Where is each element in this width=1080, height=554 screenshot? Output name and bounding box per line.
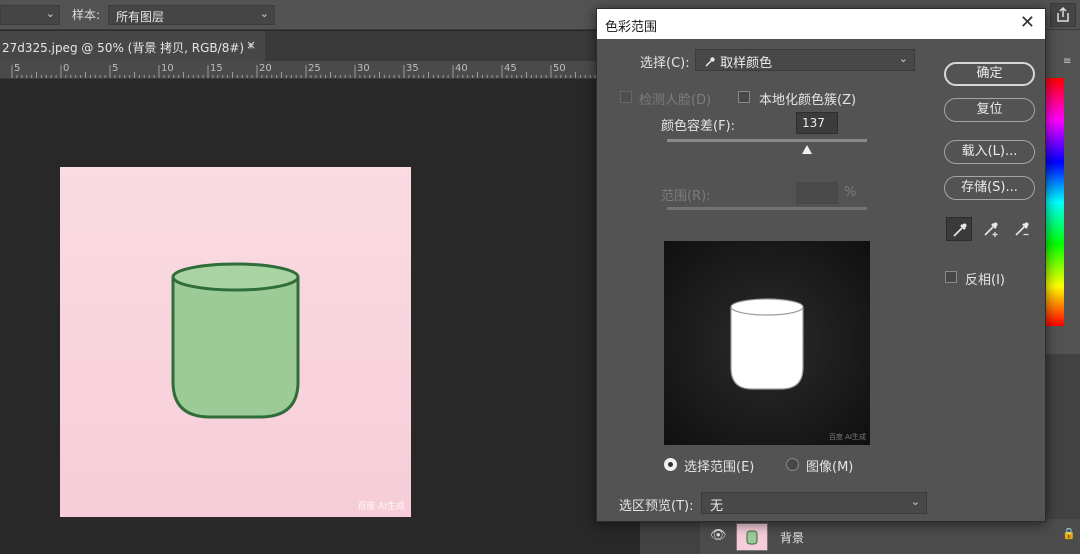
tool-preset-dropdown[interactable]: ⌄	[0, 5, 60, 25]
horizontal-ruler: 5 0 5 10 15 20 25 30 35 40 45 50	[0, 61, 640, 79]
layer-row[interactable]: 👁 背景 🔒	[700, 519, 1080, 554]
ruler-label: 20	[259, 63, 272, 74]
ruler-label: 35	[406, 63, 419, 74]
color-range-dialog: 色彩范围 ✕ 选择(C): 取样颜色 ⌄ 检测人脸(D) 本地化颜色簇(Z) 颜…	[596, 8, 1046, 522]
sample-label: 样本:	[72, 8, 101, 22]
eyedropper-minus-icon	[1015, 222, 1029, 236]
preview-watermark: 百度 AI生成	[828, 433, 866, 441]
cup-illustration	[171, 262, 300, 419]
eyedropper-icon	[705, 57, 715, 67]
invert-checkbox[interactable]	[945, 271, 957, 283]
dialog-body: 选择(C): 取样颜色 ⌄ 检测人脸(D) 本地化颜色簇(Z) 颜色容差(F):…	[597, 39, 1045, 521]
menu-icon[interactable]: ≡	[1063, 56, 1077, 67]
selection-preview-dropdown[interactable]: 无 ⌄	[701, 492, 927, 514]
fuzziness-slider[interactable]	[667, 139, 867, 142]
lock-icon: 🔒	[1062, 527, 1076, 540]
load-button[interactable]: 载入(L)...	[944, 140, 1035, 164]
selection-radio-label: 选择范围(E)	[684, 460, 755, 475]
selection-radio[interactable]	[664, 458, 677, 471]
eyedropper-plus-icon	[984, 222, 998, 237]
image-radio[interactable]	[786, 458, 799, 471]
invert-label: 反相(I)	[965, 273, 1005, 288]
ruler-label: 25	[308, 63, 321, 74]
ruler-label: 45	[504, 63, 517, 74]
layer-thumbnail	[736, 523, 768, 551]
chevron-down-icon: ⌄	[45, 7, 55, 20]
ruler-label: 30	[357, 63, 370, 74]
visibility-eye-icon[interactable]: 👁	[710, 528, 727, 543]
share-icon	[1057, 6, 1069, 22]
localized-clusters-checkbox[interactable]	[738, 91, 750, 103]
select-dropdown[interactable]: 取样颜色 ⌄	[695, 49, 915, 71]
select-label: 选择(C):	[640, 56, 690, 71]
close-tab-icon[interactable]: ×	[246, 38, 256, 52]
layer-name: 背景	[780, 531, 805, 545]
sample-dropdown[interactable]: 所有图层 ⌄	[108, 5, 275, 25]
dialog-title-bar[interactable]: 色彩范围 ✕	[597, 9, 1045, 39]
detect-faces-checkbox[interactable]	[620, 91, 632, 103]
share-button[interactable]	[1050, 3, 1076, 27]
range-unit: %	[844, 185, 857, 200]
fuzziness-label: 颜色容差(F):	[661, 119, 736, 134]
ruler-label: 50	[553, 63, 566, 74]
range-label: 范围(R):	[661, 189, 711, 204]
eyedropper-icon	[953, 223, 967, 237]
detect-faces-label: 检测人脸(D)	[639, 93, 712, 108]
ruler-label: 0	[63, 63, 70, 74]
selection-preview-label: 选区预览(T):	[619, 499, 694, 514]
save-button[interactable]: 存储(S)...	[944, 176, 1035, 200]
document-image[interactable]: 百度 AI生成	[60, 167, 411, 517]
selection-preview-image[interactable]: 百度 AI生成	[664, 241, 870, 445]
watermark: 百度 AI生成	[357, 502, 405, 512]
close-icon[interactable]: ✕	[1020, 13, 1035, 33]
document-tab-title: 27d325.jpeg @ 50% (背景 拷贝, RGB/8#) *	[2, 41, 254, 55]
ruler-label: 10	[161, 63, 174, 74]
color-spectrum[interactable]	[1046, 78, 1064, 326]
chevron-down-icon: ⌄	[259, 7, 269, 20]
ruler-label: 15	[210, 63, 223, 74]
range-input[interactable]	[796, 182, 838, 204]
ruler-label: 5	[14, 63, 21, 74]
eyedropper-tool[interactable]	[946, 217, 972, 241]
fuzziness-slider-knob[interactable]	[802, 145, 812, 154]
localized-clusters-label: 本地化颜色簇(Z)	[759, 93, 857, 108]
reset-button[interactable]: 复位	[944, 98, 1035, 122]
ruler-label: 40	[455, 63, 468, 74]
eyedropper-add-tool[interactable]	[978, 217, 1004, 241]
canvas-area[interactable]: 百度 AI生成	[0, 79, 640, 554]
image-radio-label: 图像(M)	[806, 460, 854, 475]
chevron-down-icon: ⌄	[898, 52, 908, 65]
eyedropper-subtract-tool[interactable]	[1009, 217, 1035, 241]
sample-value: 所有图层	[116, 10, 165, 24]
fuzziness-input[interactable]: 137	[796, 112, 838, 134]
select-value: 取样颜色	[720, 56, 773, 71]
selection-preview-value: 无	[710, 499, 724, 514]
document-tab[interactable]: 27d325.jpeg @ 50% (背景 拷贝, RGB/8#) * ×	[0, 31, 265, 61]
document-tab-bar: 27d325.jpeg @ 50% (背景 拷贝, RGB/8#) * ×	[0, 31, 640, 61]
preview-mask	[664, 241, 870, 445]
ruler-label: 5	[112, 63, 119, 74]
dialog-title: 色彩范围	[605, 20, 658, 35]
ok-button[interactable]: 确定	[944, 62, 1035, 86]
chevron-down-icon: ⌄	[910, 495, 920, 508]
range-slider[interactable]	[667, 207, 867, 210]
